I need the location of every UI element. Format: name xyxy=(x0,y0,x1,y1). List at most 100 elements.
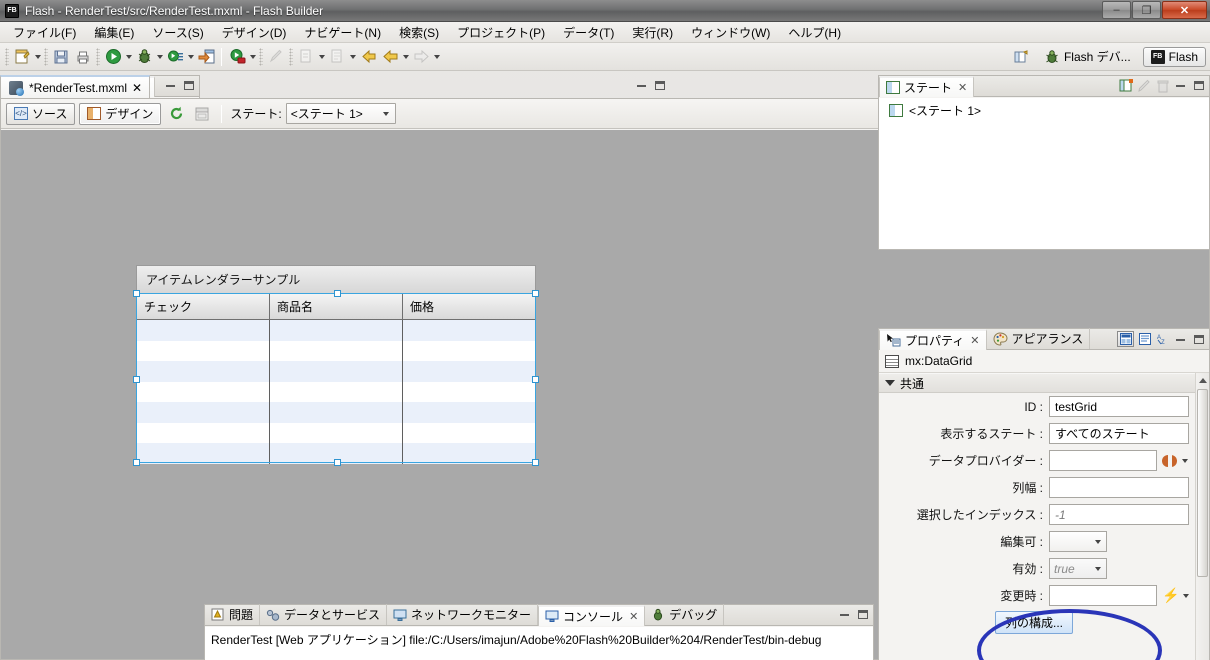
menu-data[interactable]: データ(T) xyxy=(554,22,623,43)
perspective-flash[interactable]: FB Flash xyxy=(1142,46,1206,67)
table-row[interactable] xyxy=(137,361,535,382)
source-mode-button[interactable]: </> ソース xyxy=(6,102,76,125)
enabled-select[interactable]: true xyxy=(1049,558,1107,579)
category-view-icon[interactable] xyxy=(1117,331,1134,347)
profile-dropdown-icon[interactable] xyxy=(186,50,195,64)
columnwidth-input[interactable] xyxy=(1049,477,1189,498)
onchange-input[interactable] xyxy=(1049,585,1157,606)
close-button[interactable]: ✕ xyxy=(1162,1,1207,19)
tab-problems[interactable]: 問題 xyxy=(205,604,261,625)
maximize-icon[interactable] xyxy=(1191,332,1206,347)
minimize-icon[interactable] xyxy=(1173,332,1188,347)
table-row[interactable] xyxy=(137,422,535,443)
dataprovider-input[interactable] xyxy=(1049,450,1157,471)
run-last-icon[interactable] xyxy=(226,46,248,68)
save-icon[interactable] xyxy=(50,46,72,68)
chevron-down-icon[interactable] xyxy=(1181,454,1189,468)
new-interface-dropdown-icon[interactable] xyxy=(348,50,357,64)
menu-help[interactable]: ヘルプ(H) xyxy=(779,22,850,43)
resize-handle-tc[interactable] xyxy=(334,290,341,297)
debug-icon[interactable] xyxy=(133,46,155,68)
run-icon[interactable] xyxy=(102,46,124,68)
close-icon[interactable]: ✕ xyxy=(132,81,142,95)
forward-dropdown-icon[interactable] xyxy=(432,50,441,64)
state-preview-icon[interactable] xyxy=(191,103,213,125)
menu-search[interactable]: 検索(S) xyxy=(390,22,448,43)
column-header-product[interactable]: 商品名 xyxy=(270,294,403,319)
run-dropdown-icon[interactable] xyxy=(124,50,133,64)
editable-select[interactable] xyxy=(1049,531,1107,552)
resize-handle-mr[interactable] xyxy=(532,376,539,383)
menu-window[interactable]: ウィンドウ(W) xyxy=(682,22,779,43)
console-output[interactable]: RenderTest [Web アプリケーション] file:/C:/Users… xyxy=(205,627,873,660)
export-release-icon[interactable] xyxy=(195,46,217,68)
maximize-icon[interactable] xyxy=(652,78,667,93)
tab-debug[interactable]: デバッグ xyxy=(645,604,725,625)
tab-properties[interactable]: プロパティ ✕ xyxy=(879,329,987,350)
new-file-icon[interactable] xyxy=(11,46,33,68)
resize-handle-ml[interactable] xyxy=(133,376,140,383)
table-row[interactable] xyxy=(137,320,535,341)
chevron-down-icon[interactable] xyxy=(1183,589,1189,603)
refresh-icon[interactable] xyxy=(165,103,187,125)
list-view-icon[interactable] xyxy=(1137,332,1152,347)
tab-rendertest-mxml[interactable]: *RenderTest.mxml ✕ xyxy=(0,75,151,98)
resize-handle-br[interactable] xyxy=(532,459,539,466)
properties-scroll-thumb[interactable] xyxy=(1197,389,1208,577)
minimize-button[interactable]: – xyxy=(1102,1,1131,19)
sort-alphabetical-icon[interactable]: AZ xyxy=(1155,332,1170,347)
new-class-dropdown-icon[interactable] xyxy=(317,50,326,64)
table-row[interactable] xyxy=(137,381,535,402)
tab-states[interactable]: ステート ✕ xyxy=(879,76,975,97)
tab-appearance[interactable]: アピアランス xyxy=(987,328,1091,349)
minimize-icon[interactable] xyxy=(634,78,649,93)
resize-handle-tr[interactable] xyxy=(532,290,539,297)
states-input[interactable]: すべてのステート xyxy=(1049,423,1189,444)
restore-button[interactable]: ❐ xyxy=(1132,1,1161,19)
open-perspective-icon[interactable] xyxy=(1010,46,1032,68)
tab-console[interactable]: コンソール ✕ xyxy=(538,605,646,626)
minimize-icon[interactable] xyxy=(1173,78,1188,93)
datagrid[interactable]: チェック 商品名 価格 xyxy=(133,290,539,466)
menu-navigate[interactable]: ナビゲート(N) xyxy=(295,22,390,43)
table-row[interactable] xyxy=(137,402,535,423)
minimize-icon[interactable] xyxy=(837,607,852,622)
tab-data-services[interactable]: データとサービス xyxy=(260,604,388,625)
close-icon[interactable]: ✕ xyxy=(970,334,979,347)
configure-columns-button[interactable]: 列の構成... xyxy=(994,611,1073,634)
menu-edit[interactable]: 編集(E) xyxy=(85,22,143,43)
run-last-dropdown-icon[interactable] xyxy=(248,50,257,64)
resize-handle-tl[interactable] xyxy=(133,290,140,297)
event-handler-icon[interactable]: ⚡ xyxy=(1162,587,1179,604)
new-state-icon[interactable] xyxy=(1119,78,1134,93)
list-item-state-1[interactable]: <ステート 1> xyxy=(879,98,1209,119)
tab-network-monitor[interactable]: ネットワークモニター xyxy=(387,604,539,625)
selectedindex-input[interactable]: -1 xyxy=(1049,504,1189,525)
section-common[interactable]: 共通 xyxy=(879,373,1195,393)
maximize-icon[interactable] xyxy=(1191,78,1206,93)
close-icon[interactable]: ✕ xyxy=(958,81,967,94)
id-input[interactable]: testGrid xyxy=(1049,396,1189,417)
menu-project[interactable]: プロジェクト(P) xyxy=(448,22,554,43)
resize-handle-bc[interactable] xyxy=(334,459,341,466)
back-history-icon[interactable] xyxy=(357,46,379,68)
back-icon[interactable] xyxy=(379,46,401,68)
maximize-icon[interactable] xyxy=(855,607,870,622)
table-row[interactable] xyxy=(137,340,535,361)
menu-run[interactable]: 実行(R) xyxy=(623,22,682,43)
properties-vscrollbar[interactable] xyxy=(1195,373,1209,660)
menu-design[interactable]: デザイン(D) xyxy=(213,22,296,43)
back-dropdown-icon[interactable] xyxy=(401,50,410,64)
column-header-price[interactable]: 価格 xyxy=(403,294,535,319)
profile-icon[interactable] xyxy=(164,46,186,68)
menu-file[interactable]: ファイル(F) xyxy=(4,22,85,43)
close-icon[interactable]: ✕ xyxy=(629,610,638,623)
column-header-check[interactable]: チェック xyxy=(137,294,270,319)
state-select[interactable]: <ステート 1> xyxy=(285,103,396,124)
print-icon[interactable] xyxy=(72,46,94,68)
design-mode-button[interactable]: デザイン xyxy=(79,102,162,125)
perspective-flash-debug[interactable]: Flash デバ... xyxy=(1036,45,1139,68)
debug-dropdown-icon[interactable] xyxy=(155,50,164,64)
resize-handle-bl[interactable] xyxy=(133,459,140,466)
bind-link-icon[interactable] xyxy=(1162,454,1177,467)
